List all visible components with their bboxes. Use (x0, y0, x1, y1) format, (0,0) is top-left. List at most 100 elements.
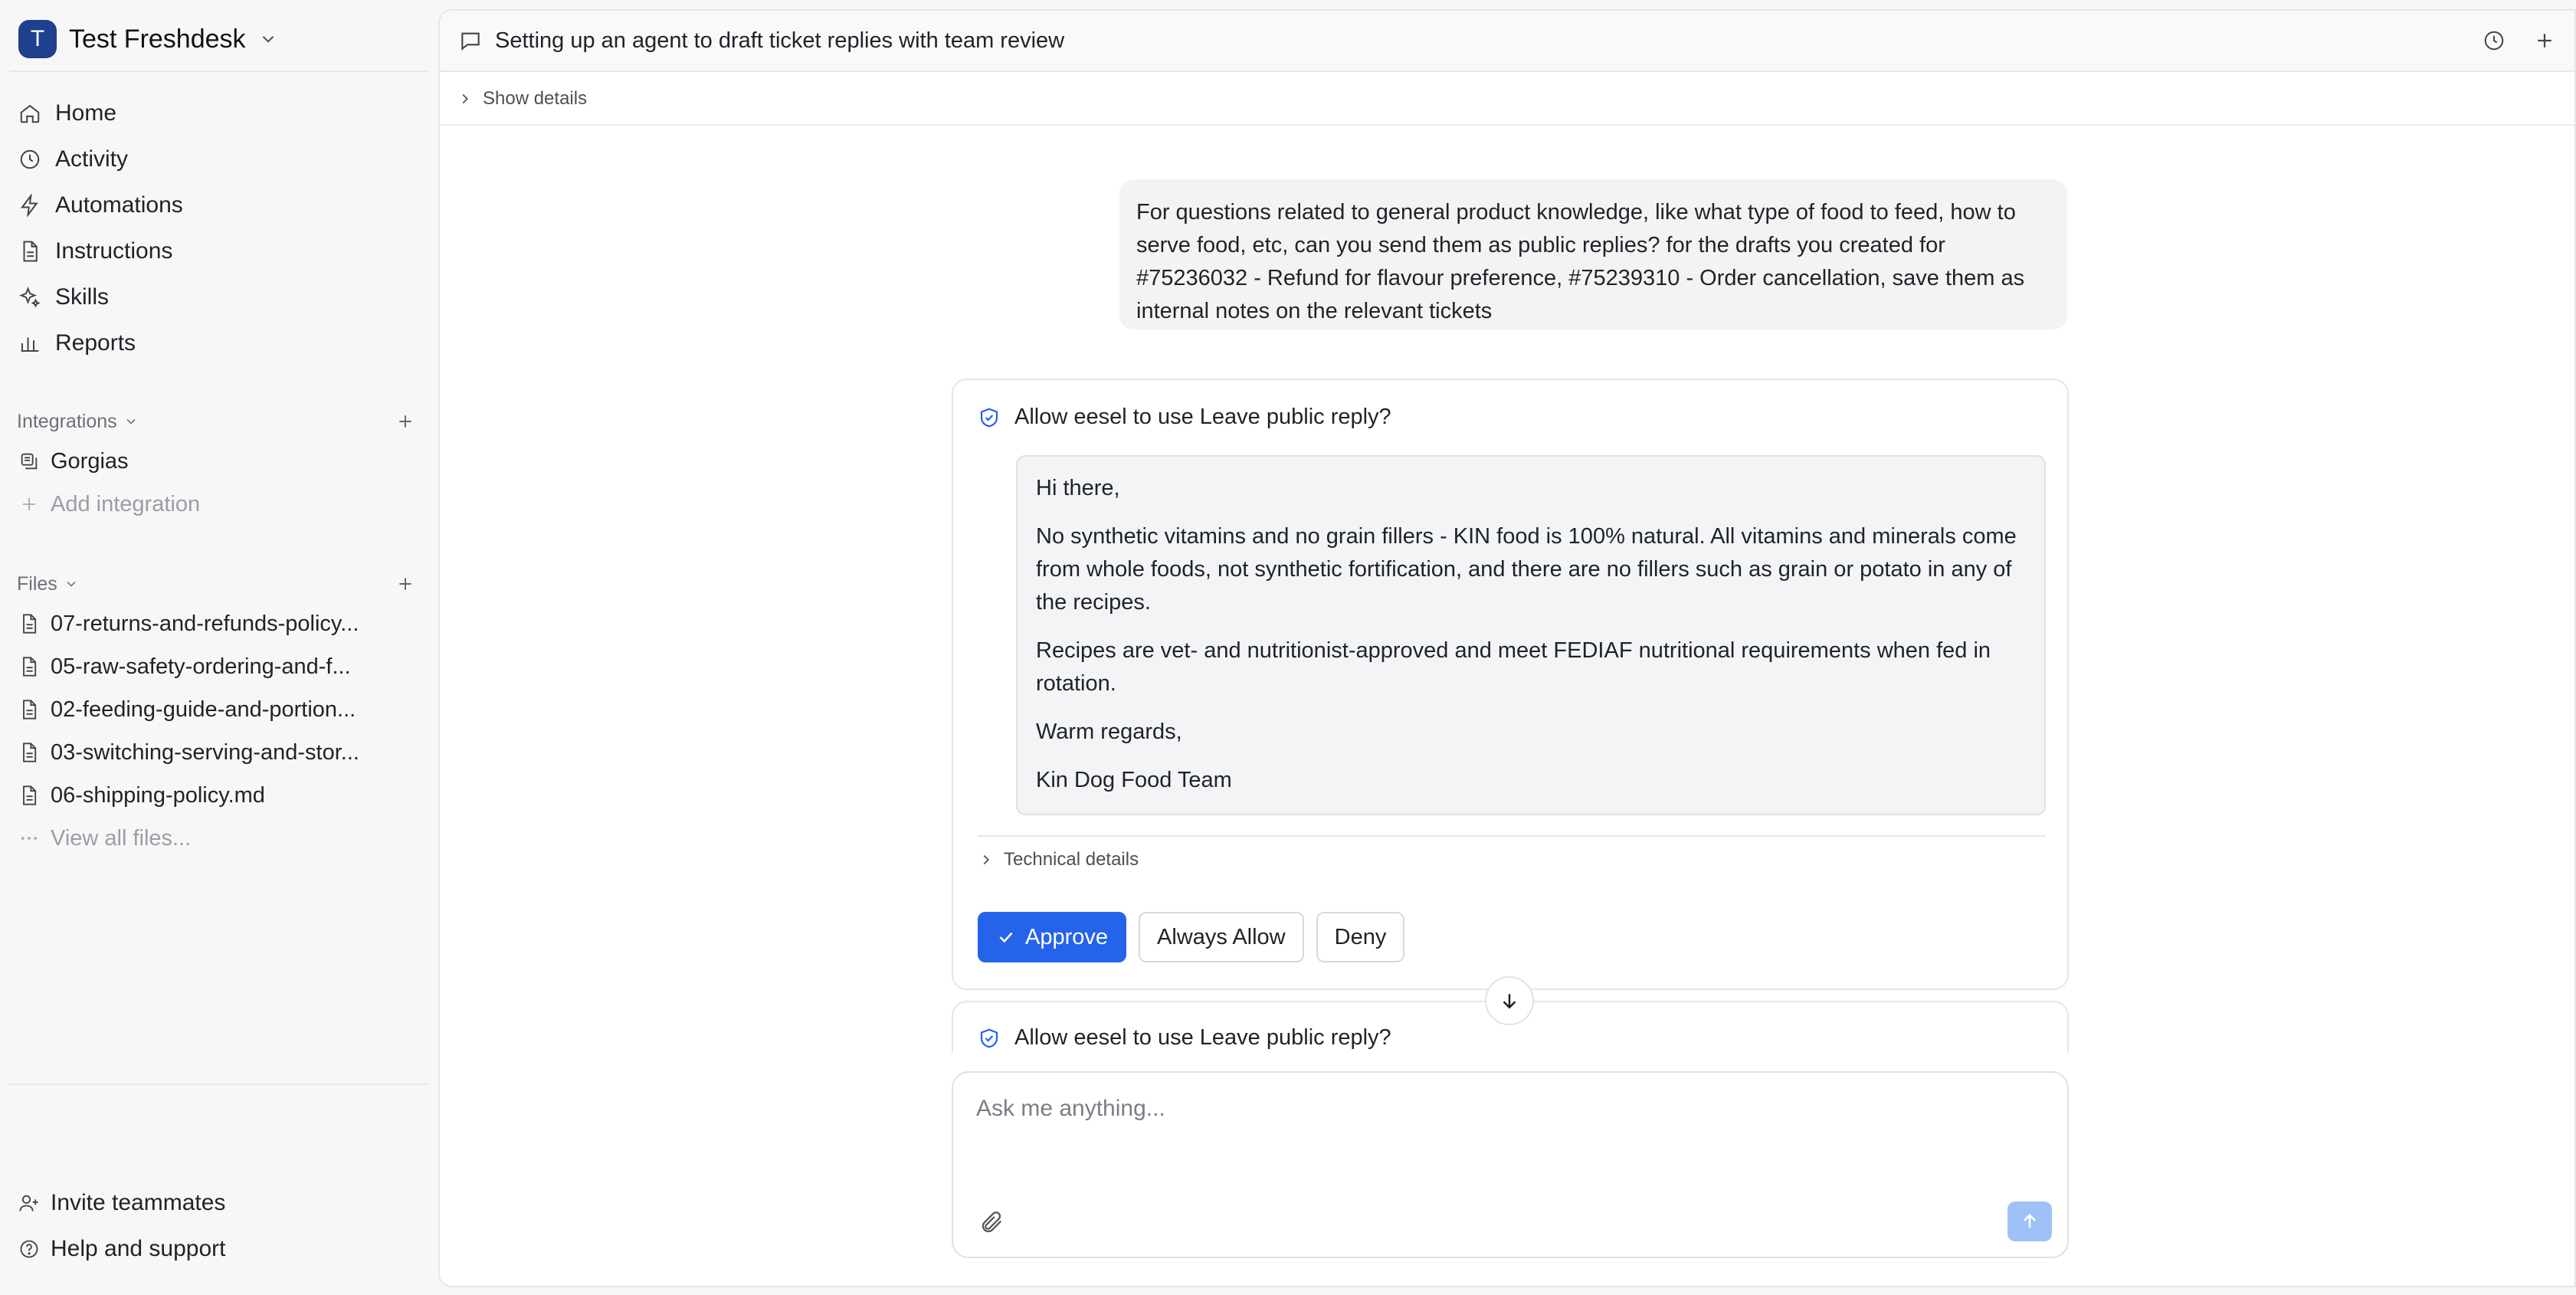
section-label: Integrations (17, 410, 117, 432)
approval-card: Allow eesel to use Leave public reply? H… (952, 379, 2069, 990)
file-item[interactable]: 07-returns-and-refunds-policy... (0, 602, 437, 645)
file-icon (23, 614, 37, 634)
arrow-up-icon (2024, 1214, 2036, 1228)
file-icon (23, 785, 37, 805)
divider (9, 70, 428, 72)
approval-header: Allow eesel to use Leave public reply? (978, 405, 1391, 430)
nav-item-automations[interactable]: Automations (0, 182, 437, 228)
file-item[interactable]: 03-switching-serving-and-stor... (0, 731, 437, 774)
chat-bubble-icon (461, 32, 480, 51)
show-details-toggle[interactable]: Show details (457, 88, 587, 110)
approval-header: Allow eesel to use Leave public reply? (978, 1025, 1391, 1051)
file-icon (23, 657, 37, 677)
bar-chart-icon (21, 337, 39, 352)
chat-panel: Setting up an agent to draft ticket repl… (438, 9, 2576, 1287)
clock-icon (20, 149, 40, 169)
nav-item-activity[interactable]: Activity (0, 136, 437, 182)
draft-greeting: Hi there, (1036, 476, 1120, 500)
file-item[interactable]: 06-shipping-policy.md (0, 774, 437, 817)
show-details-label: Show details (483, 88, 588, 109)
divider (978, 835, 2046, 837)
add-integration-plus-icon[interactable] (395, 411, 415, 431)
chevron-right-icon (462, 93, 469, 104)
sidebar-footer: Invite teammates Help and support (0, 1180, 437, 1272)
invite-label: Invite teammates (51, 1190, 226, 1215)
approval-prompt: Allow eesel to use Leave public reply? (1014, 405, 1391, 429)
scroll-to-bottom-button[interactable] (1485, 976, 1534, 1025)
draft-signoff: Warm regards, (1036, 720, 1182, 744)
details-bar: Show details (440, 74, 2574, 126)
integrations-toggle[interactable]: Integrations (17, 411, 139, 433)
approval-actions: Approve Always Allow Deny (978, 912, 1405, 962)
help-circle-icon (20, 1240, 38, 1258)
always-allow-button[interactable]: Always Allow (1139, 912, 1304, 962)
integrations-header: Integrations (17, 406, 415, 437)
divider (9, 1084, 428, 1085)
document-icon (23, 241, 38, 262)
chevron-down-icon (126, 418, 136, 425)
send-button[interactable] (2007, 1202, 2052, 1241)
nav-label: Skills (55, 284, 110, 310)
new-chat-plus-icon[interactable] (2533, 29, 2556, 52)
file-name: 02-feeding-guide-and-portion... (51, 697, 356, 722)
chat-input[interactable] (975, 1090, 1971, 1128)
integration-item-gorgias[interactable]: Gorgias (0, 440, 437, 483)
user-message: For questions related to general product… (1119, 179, 2067, 329)
file-item[interactable]: 02-feeding-guide-and-portion... (0, 688, 437, 731)
integration-label: Gorgias (51, 448, 129, 474)
arrow-down-icon (1503, 994, 1516, 1009)
workspace-avatar: T (18, 20, 57, 58)
file-name: 06-shipping-policy.md (51, 782, 265, 808)
approval-prompt: Allow eesel to use Leave public reply? (1014, 1025, 1391, 1050)
file-name: 03-switching-serving-and-stor... (51, 739, 359, 765)
nav-label: Automations (55, 192, 183, 218)
help-support-link[interactable]: Help and support (0, 1226, 437, 1272)
file-icon (23, 700, 37, 720)
draft-signature: Kin Dog Food Team (1036, 768, 1232, 792)
shield-check-icon (980, 1028, 998, 1047)
nav-label: Reports (55, 330, 136, 356)
view-all-files-link[interactable]: View all files... (0, 817, 437, 860)
main-nav: Home Activity Automations Instructions S… (0, 90, 437, 366)
approve-label: Approve (1025, 924, 1109, 949)
sparkles-icon (19, 287, 41, 308)
files-list: 07-returns-and-refunds-policy... 05-raw-… (0, 602, 437, 860)
workspace-switcher[interactable]: T Test Freshdesk (18, 20, 278, 58)
draft-paragraph: Recipes are vet- and nutritionist-approv… (1036, 638, 1991, 696)
files-toggle[interactable]: Files (17, 573, 79, 595)
technical-details-toggle[interactable]: Technical details (978, 849, 1139, 870)
approve-button[interactable]: Approve (978, 912, 1127, 962)
files-header: Files (17, 569, 415, 599)
technical-details-label: Technical details (1004, 849, 1139, 870)
history-icon[interactable] (2483, 29, 2506, 52)
nav-item-home[interactable]: Home (0, 90, 437, 136)
nav-label: Home (55, 100, 117, 126)
nav-item-instructions[interactable]: Instructions (0, 228, 437, 274)
deny-button[interactable]: Deny (1316, 912, 1405, 962)
add-integration-button[interactable]: Add integration (0, 483, 437, 526)
file-name: 05-raw-safety-ordering-and-f... (51, 654, 351, 679)
invite-teammates-link[interactable]: Invite teammates (0, 1180, 437, 1226)
bolt-icon (21, 194, 38, 217)
check-icon (999, 932, 1013, 943)
nav-label: Instructions (55, 238, 173, 264)
section-label: Files (17, 572, 57, 595)
nav-item-reports[interactable]: Reports (0, 320, 437, 366)
sidebar: T Test Freshdesk Home Activity Automatio… (0, 0, 437, 1295)
chat-header: Setting up an agent to draft ticket repl… (440, 11, 2574, 72)
nav-item-skills[interactable]: Skills (0, 274, 437, 320)
view-all-label: View all files... (51, 825, 192, 851)
add-file-plus-icon[interactable] (395, 574, 415, 594)
draft-reply-preview: Hi there, No synthetic vitamins and no g… (1016, 455, 2046, 815)
home-icon (20, 104, 40, 123)
chat-title: Setting up an agent to draft ticket repl… (495, 28, 1065, 53)
integrations-list: Gorgias Add integration (0, 440, 437, 526)
chevron-right-icon (983, 854, 990, 865)
file-item[interactable]: 05-raw-safety-ordering-and-f... (0, 645, 437, 688)
paperclip-icon[interactable] (979, 1209, 1005, 1235)
file-name: 07-returns-and-refunds-policy... (51, 611, 359, 636)
user-plus-icon (19, 1195, 38, 1211)
integration-icon (21, 453, 38, 470)
ellipsis-icon (21, 837, 38, 840)
file-icon (23, 743, 37, 762)
